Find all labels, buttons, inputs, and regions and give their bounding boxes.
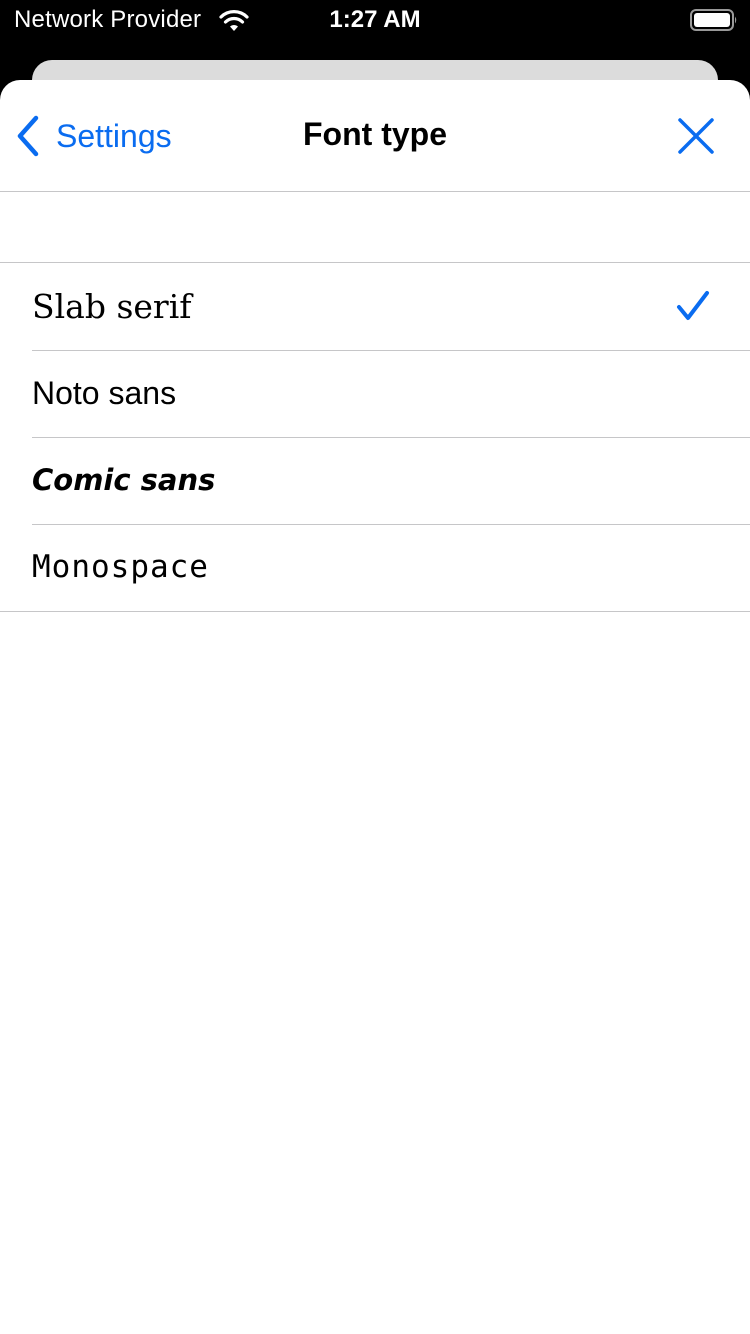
status-time: 1:27 AM bbox=[329, 6, 421, 33]
font-option-noto-sans[interactable]: Noto sans bbox=[0, 350, 750, 437]
status-bar: Network Provider 1:27 AM bbox=[0, 0, 750, 44]
close-icon bbox=[678, 118, 714, 154]
font-option-label: Monospace bbox=[32, 549, 209, 585]
font-type-list: Slab serif Noto sans Comic sans Monospac… bbox=[0, 262, 750, 612]
font-option-label: Comic sans bbox=[32, 463, 216, 497]
navigation-bar: Settings Font type bbox=[0, 80, 750, 192]
font-option-slab-serif[interactable]: Slab serif bbox=[0, 263, 750, 350]
close-button[interactable] bbox=[676, 116, 716, 156]
font-option-label: Noto sans bbox=[32, 375, 177, 411]
font-option-comic-sans[interactable]: Comic sans bbox=[0, 437, 750, 524]
checkmark-icon bbox=[677, 291, 709, 320]
page-title: Font type bbox=[303, 116, 447, 152]
font-option-monospace[interactable]: Monospace bbox=[0, 524, 750, 611]
font-option-label: Slab serif bbox=[32, 287, 192, 326]
font-type-sheet: Settings Font type Slab serif Noto sans … bbox=[0, 80, 750, 1334]
battery-full-icon bbox=[690, 9, 738, 31]
